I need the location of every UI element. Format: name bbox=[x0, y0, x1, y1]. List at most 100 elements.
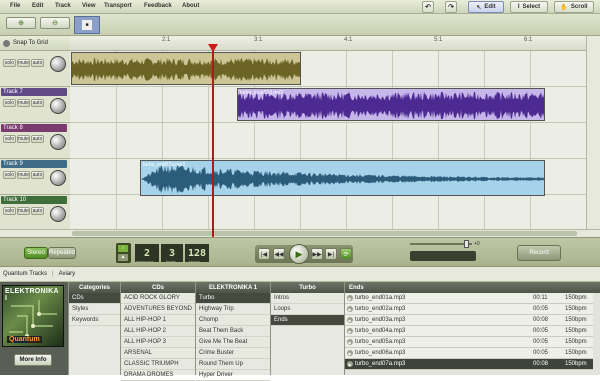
audio-clip-turbo-end07a[interactable]: turbo_end07a.mp3 bbox=[140, 160, 545, 196]
menu-file[interactable]: File bbox=[10, 3, 20, 9]
play-preview-icon[interactable]: ▶ bbox=[347, 361, 353, 367]
overview-selector[interactable]: ■ bbox=[74, 16, 100, 34]
menu-transport[interactable]: Transport bbox=[104, 3, 132, 9]
undo-icon[interactable]: ↶ bbox=[422, 1, 434, 13]
menu-track[interactable]: Track bbox=[55, 3, 71, 9]
record-button[interactable]: Record bbox=[517, 245, 561, 261]
play-preview-icon[interactable]: ▶ bbox=[347, 317, 353, 323]
track-lane[interactable] bbox=[70, 123, 586, 159]
solo-button[interactable]: solo bbox=[3, 59, 16, 67]
skip-end-button[interactable]: ▶| bbox=[325, 248, 337, 260]
auto-button[interactable]: auto bbox=[31, 171, 44, 179]
note-icon[interactable]: ♪ bbox=[118, 245, 128, 252]
menu-feedback[interactable]: Feedback bbox=[144, 3, 172, 9]
track-name[interactable]: Track 7 bbox=[1, 88, 67, 96]
mute-button[interactable]: mute bbox=[17, 99, 30, 107]
volume-knob[interactable] bbox=[50, 56, 66, 72]
mute-button[interactable]: mute bbox=[17, 207, 30, 215]
list-item[interactable]: CDs bbox=[69, 293, 120, 304]
menu-view[interactable]: View bbox=[82, 3, 96, 9]
scroll-tool-button[interactable]: ✋ Scroll bbox=[554, 1, 594, 13]
list-item[interactable]: ADVENTURES BEYOND bbox=[121, 304, 195, 315]
list-item[interactable]: Intros bbox=[271, 293, 344, 304]
stereo-button[interactable]: Stereo bbox=[24, 247, 48, 259]
auto-button[interactable]: auto bbox=[31, 59, 44, 67]
list-item[interactable]: Styles bbox=[69, 304, 120, 315]
play-preview-icon[interactable]: ▶ bbox=[347, 306, 353, 312]
list-item[interactable]: Turbo bbox=[196, 293, 270, 304]
volume-knob[interactable] bbox=[50, 134, 66, 150]
vertical-scrollbar[interactable] bbox=[586, 36, 600, 236]
volume-knob[interactable] bbox=[50, 98, 66, 114]
list-item[interactable]: Chomp bbox=[196, 315, 270, 326]
list-item[interactable]: Give Me The Beat bbox=[196, 337, 270, 348]
redo-icon[interactable]: ↷ bbox=[445, 1, 457, 13]
list-item[interactable]: ACID ROCK GLORY bbox=[121, 293, 195, 304]
zoom-in-button[interactable]: ⊕ bbox=[6, 17, 36, 29]
list-item[interactable]: ALL HIP-HOP 3 bbox=[121, 337, 195, 348]
volume-knob[interactable] bbox=[50, 206, 66, 222]
list-item[interactable]: DRAMA DROMES bbox=[121, 370, 195, 381]
play-preview-icon[interactable]: ▶ bbox=[347, 350, 353, 356]
list-item[interactable]: ALL HIP-HOP 2 bbox=[121, 326, 195, 337]
mute-button[interactable]: mute bbox=[17, 171, 30, 179]
list-item[interactable]: Highway Trip bbox=[196, 304, 270, 315]
horizontal-scrollbar[interactable] bbox=[0, 229, 600, 237]
file-row[interactable]: ▶ turbo_end05a.mp3 00:05 150bpm bbox=[345, 337, 593, 348]
auto-button[interactable]: auto bbox=[31, 207, 44, 215]
list-item[interactable]: Ends bbox=[271, 315, 344, 326]
volume-knob[interactable] bbox=[50, 170, 66, 186]
list-item[interactable]: Round Them Up bbox=[196, 359, 270, 370]
list-item[interactable]: ALL HIP-HOP 1 bbox=[121, 315, 195, 326]
list-item[interactable]: Hyper Driver bbox=[196, 370, 270, 381]
loop-button[interactable]: ⟳ bbox=[340, 248, 352, 260]
repeated-button[interactable]: Repeated bbox=[48, 247, 76, 259]
list-item[interactable]: Keywords bbox=[69, 315, 120, 326]
zoom-out-button[interactable]: ⊖ bbox=[40, 17, 70, 29]
tab-quantum-tracks[interactable]: Quantum Tracks bbox=[3, 271, 47, 277]
auto-button[interactable]: auto bbox=[31, 99, 44, 107]
list-item[interactable]: Beat Them Back bbox=[196, 326, 270, 337]
file-row[interactable]: ▶ turbo_end06a.mp3 00:05 150bpm bbox=[345, 348, 593, 359]
mute-button[interactable]: mute bbox=[17, 59, 30, 67]
track-name[interactable]: Track 8 bbox=[1, 124, 67, 132]
track-name[interactable]: Track 10 bbox=[1, 196, 67, 204]
volume-slider[interactable] bbox=[410, 243, 472, 245]
edit-tool-button[interactable]: ↖ Edit bbox=[468, 1, 504, 13]
file-row[interactable]: ▶ turbo_end07a.mp3 00:08 150bpm bbox=[345, 359, 593, 370]
tab-aviary[interactable]: Aviary bbox=[59, 271, 76, 277]
playhead-marker[interactable] bbox=[208, 44, 218, 52]
play-button[interactable]: ▶ bbox=[289, 244, 309, 264]
list-item[interactable]: Crime Buster bbox=[196, 348, 270, 359]
timeline-ruler[interactable]: 2:1 3:1 4:1 5:1 6:1 bbox=[70, 36, 586, 51]
track-lane[interactable] bbox=[70, 195, 586, 231]
skip-start-button[interactable]: |◀ bbox=[258, 248, 270, 260]
play-preview-icon[interactable]: ▶ bbox=[347, 295, 353, 301]
menu-edit[interactable]: Edit bbox=[32, 3, 43, 9]
play-preview-icon[interactable]: ▶ bbox=[347, 328, 353, 334]
audio-clip-turbo-loop02d[interactable]: turbo_loop02d.mp3 bbox=[237, 88, 545, 121]
file-row[interactable]: ▶ turbo_end03a.mp3 00:08 150bpm bbox=[345, 315, 593, 326]
track-name[interactable]: Track 9 bbox=[1, 160, 67, 168]
select-tool-button[interactable]: Ι Select bbox=[510, 1, 548, 13]
solo-button[interactable]: solo bbox=[3, 135, 16, 143]
file-row[interactable]: ▶ turbo_end01a.mp3 00:11 150bpm bbox=[345, 293, 593, 304]
solo-button[interactable]: solo bbox=[3, 171, 16, 179]
list-item[interactable]: ARSENAL bbox=[121, 348, 195, 359]
auto-button[interactable]: auto bbox=[31, 135, 44, 143]
fast-forward-button[interactable]: ▶▶ bbox=[311, 248, 323, 260]
solo-button[interactable]: solo bbox=[3, 99, 16, 107]
volume-slider-thumb[interactable] bbox=[464, 240, 469, 248]
file-row[interactable]: ▶ turbo_end02a.mp3 00:05 150bpm bbox=[345, 304, 593, 315]
mute-button[interactable]: mute bbox=[17, 135, 30, 143]
list-item[interactable]: Loops bbox=[271, 304, 344, 315]
audio-clip[interactable] bbox=[71, 52, 301, 85]
snap-to-grid-toggle[interactable]: Snap To Grid bbox=[0, 36, 70, 51]
file-row[interactable]: ▶ turbo_end04a.mp3 00:05 150bpm bbox=[345, 326, 593, 337]
rewind-button[interactable]: ◀◀ bbox=[273, 248, 285, 260]
more-info-button[interactable]: More Info bbox=[14, 354, 52, 366]
list-item[interactable]: CLASSIC TRIUMPH bbox=[121, 359, 195, 370]
metronome-icon[interactable]: ▲ bbox=[118, 254, 128, 261]
play-preview-icon[interactable]: ▶ bbox=[347, 339, 353, 345]
menu-about[interactable]: About bbox=[182, 3, 199, 9]
